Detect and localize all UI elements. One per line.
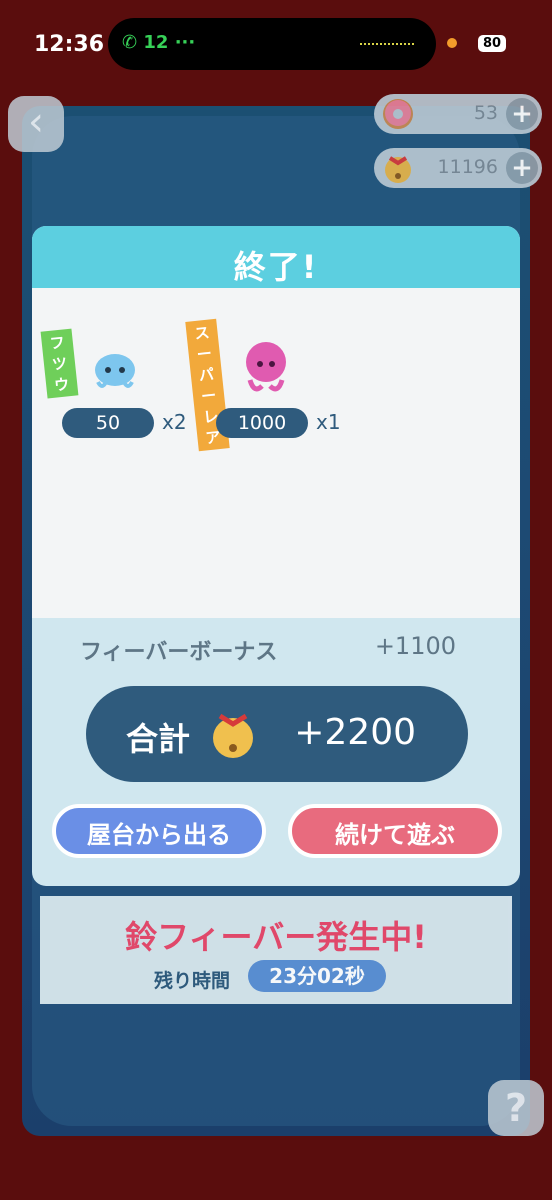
battery-indicator: 80 [478,35,506,52]
rarity-tag: フツウ [40,328,79,399]
add-bell-button[interactable]: + [506,152,538,184]
item-multiplier: x1 [316,410,341,434]
fever-bonus-label: フィーバーボーナス [80,640,278,665]
leave-stall-button[interactable]: 屋台から出る [52,804,266,858]
panel-title: 終了! [233,248,319,286]
status-bar: 12:36 ✆ 12 ··· 80 [0,0,552,90]
bell-currency: 11196 + [374,148,542,188]
total-label: 合計 [126,720,191,758]
bell-icon [213,713,253,758]
audio-wave-icon [360,43,414,47]
catch-list: フツウ 50 x2 スーパーレア 1000 x1 [32,288,520,618]
donut-count: 53 [473,102,498,124]
call-indicator: ✆ 12 ··· [122,32,196,53]
bell-icon [385,156,411,183]
octopus-icon [246,342,286,392]
item-score: 1000 [216,408,308,438]
donut-currency: 53 + [374,94,542,134]
result-panel: 終了! フツウ 50 x2 スーパーレア 1000 x1 フィーバーボーナス +… [32,226,520,886]
fever-title: 鈴フィーバー発生中! [125,918,427,956]
add-donut-button[interactable]: + [506,98,538,130]
fever-bonus-value: +1100 [374,632,456,660]
help-button[interactable]: ? [488,1080,544,1136]
back-button[interactable]: ‹ [8,96,64,152]
donut-icon [383,99,413,129]
dynamic-island: ✆ 12 ··· [108,18,436,70]
fever-banner: 鈴フィーバー発生中! 残り時間 23分02秒 [40,896,512,1004]
item-multiplier: x2 [162,410,187,434]
continue-playing-button[interactable]: 続けて遊ぶ [288,804,502,858]
remaining-time-label: 残り時間 [154,970,231,992]
jellyfish-icon [95,354,135,388]
remaining-time-value: 23分02秒 [248,960,386,992]
total-value: +2200 [294,712,416,753]
total-box: 合計 +2200 [86,686,468,782]
item-score: 50 [62,408,154,438]
bell-count: 11196 [437,156,498,178]
camera-dot-icon [447,38,457,48]
chevron-left-icon: ‹ [28,99,44,145]
clock: 12:36 [34,32,105,57]
